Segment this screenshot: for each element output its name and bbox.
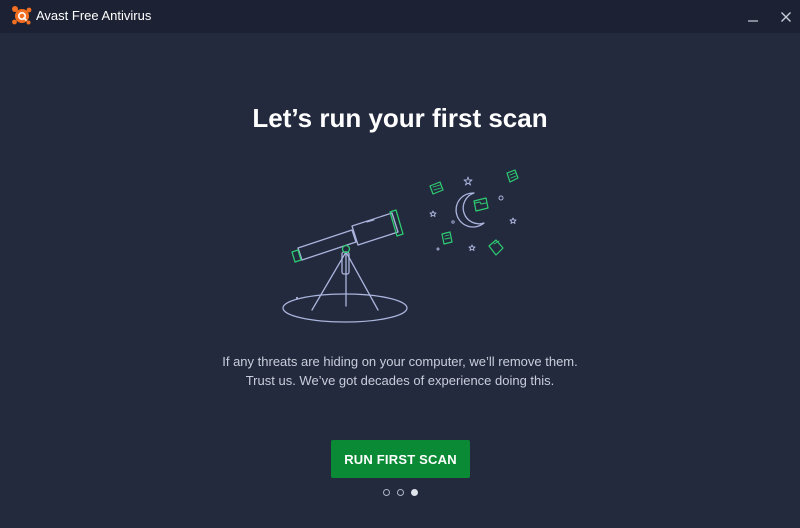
avast-logo-icon <box>12 6 32 25</box>
description-line-1: If any threats are hiding on your comput… <box>222 354 578 369</box>
description-line-2: Trust us. We’ve got decades of experienc… <box>245 373 555 388</box>
description: If any threats are hiding on your comput… <box>0 352 800 390</box>
title-bar: Avast Free Antivirus <box>0 0 800 33</box>
pagination-dot-3[interactable] <box>411 489 418 496</box>
close-button[interactable] <box>770 0 800 33</box>
app-title: Avast Free Antivirus <box>36 8 152 23</box>
minimize-icon <box>748 19 758 22</box>
close-icon <box>781 11 791 22</box>
minimize-button[interactable] <box>737 0 769 33</box>
telescope-night-sky-illustration <box>282 169 519 323</box>
pagination-dots <box>383 489 418 497</box>
page-title: Let’s run your first scan <box>252 103 548 133</box>
run-first-scan-button[interactable]: RUN FIRST SCAN <box>331 440 470 478</box>
pagination-dot-1[interactable] <box>383 489 390 496</box>
pagination-dot-2[interactable] <box>397 489 404 496</box>
